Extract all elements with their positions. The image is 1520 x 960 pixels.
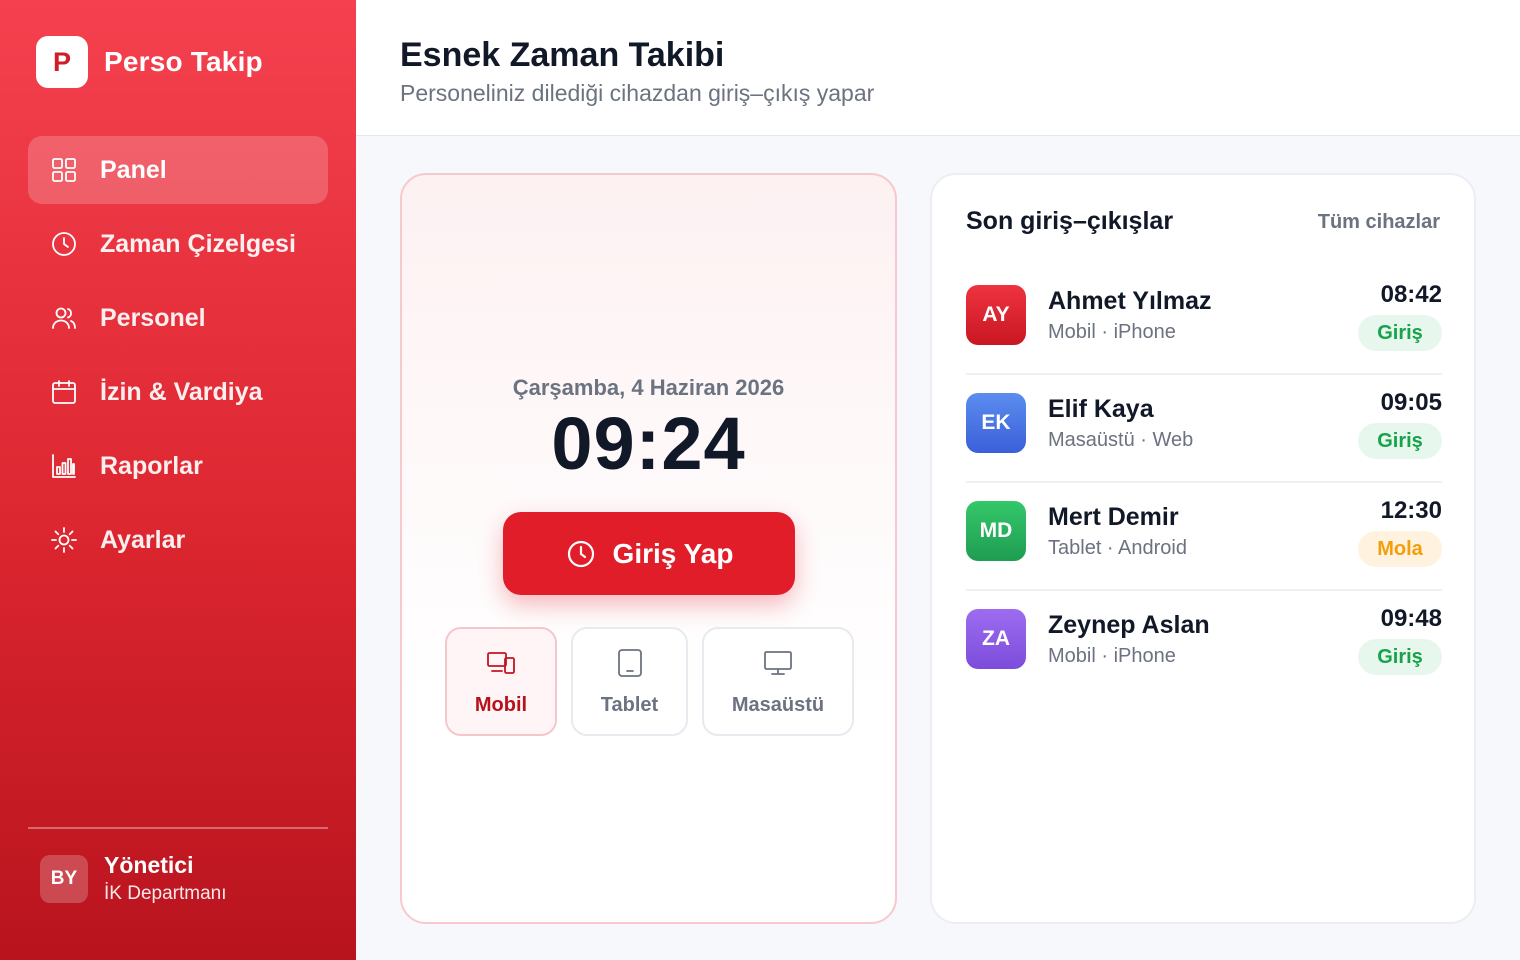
sun-icon [48,524,80,556]
entry-time: 09:48 [1380,605,1442,632]
employee-name: Zeynep Aslan [1048,611,1210,639]
employee-device: Mobil · iPhone [1048,321,1176,343]
sidebar-item-personnel[interactable]: Personel [28,284,328,352]
grid-icon [48,154,80,186]
check-in-button[interactable]: Giriş Yap [503,512,795,595]
monitor-icon [762,647,794,684]
device-label: Mobil [474,693,528,716]
sidebar-item-timesheet[interactable]: Zaman Çizelgesi [28,210,328,278]
user-name: Yönetici [104,852,194,878]
device-label: Masaüstü [731,693,825,716]
sidebar-item-panel[interactable]: Panel [28,136,328,204]
avatar: ZA [966,609,1026,669]
sidebar-divider [28,827,328,829]
list-item[interactable]: EK Elif Kaya Masaüstü · Web 09:05 Giriş [966,375,1442,483]
sidebar: P Perso Takip Panel Zaman Çizelgesi Pers… [0,0,356,960]
entry-time: 12:30 [1380,497,1442,524]
user-department: İK Departmanı [104,883,227,904]
sidebar-item-label: Raporlar [100,451,203,480]
brand-name: Perso Takip [104,46,263,77]
recent-activity-title: Son giriş–çıkışlar [966,207,1174,235]
status-badge: Giriş [1358,315,1442,351]
list-item[interactable]: MD Mert Demir Tablet · Android 12:30 Mol… [966,483,1442,591]
avatar: EK [966,393,1026,453]
brand[interactable]: P Perso Takip [36,36,263,88]
page-subtitle: Personeliniz dilediği cihazdan giriş–çık… [400,80,875,106]
employee-name: Mert Demir [1048,503,1179,531]
user-profile[interactable]: BY Yönetici İK Departmanı [40,852,227,905]
user-info: Yönetici İK Departmanı [104,852,227,905]
status-badge: Giriş [1358,423,1442,459]
bar-chart-icon [48,450,80,482]
calendar-icon [48,376,80,408]
device-option-mobile[interactable]: Mobil [445,627,557,736]
sidebar-nav: Panel Zaman Çizelgesi Personel İzin & Va… [28,136,328,580]
current-date: Çarşamba, 4 Haziran 2026 [512,375,785,400]
employee-device: Tablet · Android [1048,537,1187,559]
avatar: MD [966,501,1026,561]
users-icon [48,302,80,334]
sidebar-item-leave-shift[interactable]: İzin & Vardiya [28,358,328,426]
brand-logo: P [36,36,88,88]
page-header: Esnek Zaman Takibi Personeliniz dilediği… [356,0,1520,136]
list-item[interactable]: ZA Zeynep Aslan Mobil · iPhone 09:48 Gir… [966,591,1442,699]
sidebar-item-reports[interactable]: Raporlar [28,432,328,500]
status-badge: Giriş [1358,639,1442,675]
employee-device: Masaüstü · Web [1048,429,1194,451]
sidebar-item-label: Personel [100,303,206,332]
current-time: 09:24 [551,402,746,485]
device-selector: Mobil Tablet Masaüstü [445,627,868,736]
avatar: BY [40,854,88,903]
mobile-devices-icon [485,647,517,684]
all-devices-link[interactable]: Tüm cihazlar [1318,211,1440,234]
list-item[interactable]: AY Ahmet Yılmaz Mobil · iPhone 08:42 Gir… [966,267,1442,375]
sidebar-item-label: Zaman Çizelgesi [100,229,296,258]
employee-name: Elif Kaya [1048,395,1154,423]
status-badge: Mola [1358,531,1442,567]
sidebar-item-label: Ayarlar [100,525,186,554]
employee-name: Ahmet Yılmaz [1048,287,1212,315]
tablet-icon [614,647,646,684]
employee-device: Mobil · iPhone [1048,645,1176,667]
clock-icon [48,228,80,260]
check-in-button-label: Giriş Yap [612,537,734,569]
avatar: AY [966,285,1026,345]
sidebar-item-settings[interactable]: Ayarlar [28,506,328,574]
device-label: Tablet [600,693,659,716]
entry-time: 09:05 [1380,389,1442,416]
activity-list: AY Ahmet Yılmaz Mobil · iPhone 08:42 Gir… [966,267,1442,699]
entry-time: 08:42 [1380,281,1442,308]
page-title: Esnek Zaman Takibi [400,36,725,74]
sidebar-item-label: Panel [100,155,167,184]
sidebar-item-label: İzin & Vardiya [100,377,263,406]
clock-icon [565,538,597,570]
device-option-desktop[interactable]: Masaüstü [702,627,854,736]
recent-activity-card: Son giriş–çıkışlar Tüm cihazlar AY Ahmet… [930,173,1476,924]
device-option-tablet[interactable]: Tablet [571,627,688,736]
clock-card: Çarşamba, 4 Haziran 2026 09:24 Giriş Yap… [400,173,897,924]
